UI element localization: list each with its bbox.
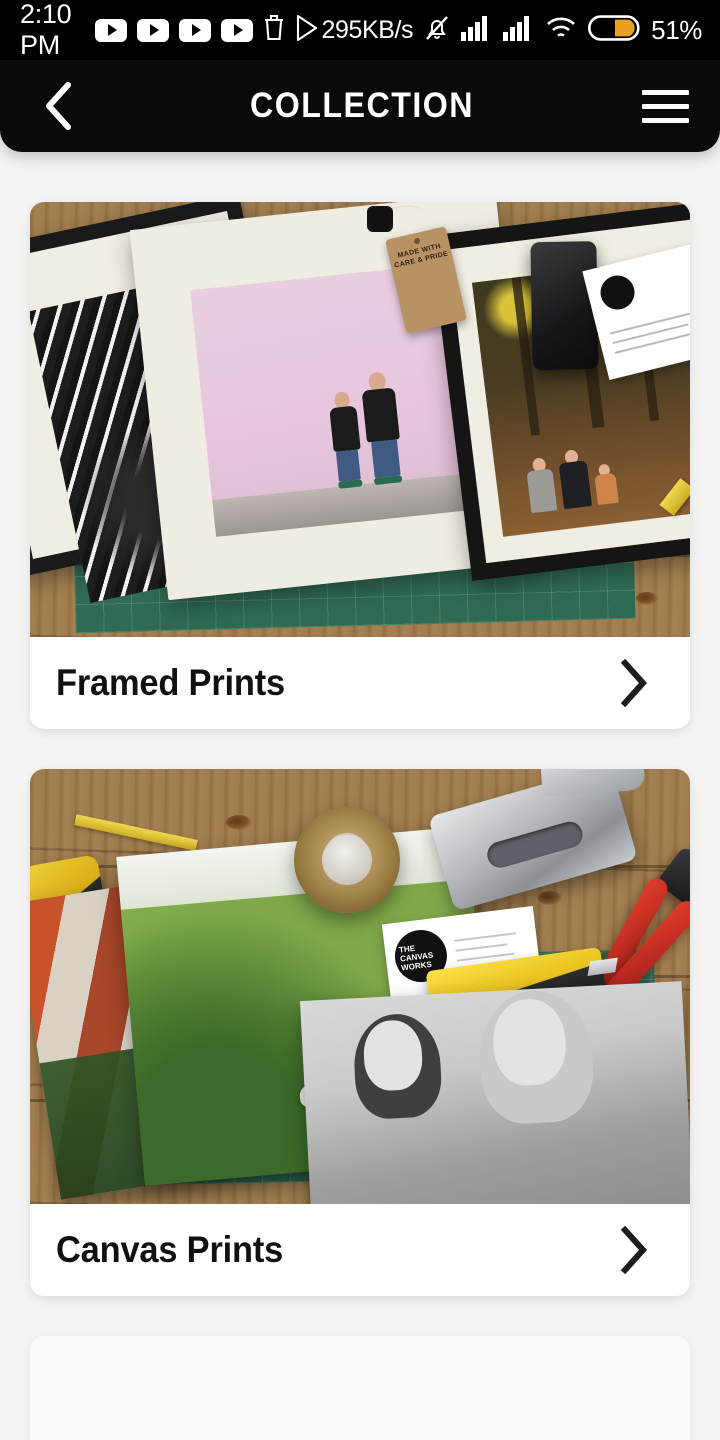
card-label-row[interactable]: Canvas Prints — [30, 1204, 690, 1296]
page-title: COLLECTION — [249, 86, 474, 125]
signal-bars-icon — [461, 15, 492, 46]
status-clock: 2:10 PM — [20, 0, 72, 60]
status-notification-icons — [95, 14, 321, 47]
battery-percent-label: 51% — [651, 14, 702, 45]
app-header: COLLECTION — [0, 60, 720, 152]
wifi-icon — [545, 15, 577, 46]
battery-icon — [588, 14, 640, 47]
canvas-prints-photo: THE CANVAS WORKS — [30, 769, 690, 1204]
framed-prints-photo: MADE WITH CARE & PRIDE — [30, 202, 690, 637]
list-item[interactable] — [30, 1336, 690, 1440]
chevron-right-icon[interactable] — [612, 657, 656, 709]
list-item[interactable]: MADE WITH CARE & PRIDE Framed Prints — [30, 202, 690, 729]
trash-icon — [263, 14, 285, 46]
item-label: Canvas Prints — [56, 1229, 284, 1270]
youtube-icon — [179, 18, 212, 42]
list-item[interactable]: THE CANVAS WORKS Canvas Prints — [30, 769, 690, 1296]
hamburger-menu-icon — [641, 117, 689, 123]
back-button[interactable] — [30, 77, 88, 135]
youtube-icon — [137, 18, 170, 42]
hamburger-menu-button[interactable] — [636, 77, 694, 135]
signal-bars-icon — [503, 15, 534, 46]
brand-card-text: THE CANVAS WORKS — [398, 943, 434, 973]
play-store-icon — [295, 14, 321, 47]
network-speed-label: 295KB/s — [321, 15, 414, 44]
status-bar: 2:10 PM 295KB/s 51% — [0, 0, 720, 60]
item-label: Framed Prints — [56, 662, 285, 703]
card-label-row[interactable]: Framed Prints — [30, 637, 690, 729]
youtube-icon — [95, 18, 128, 42]
hamburger-menu-icon — [641, 103, 689, 109]
collection-list[interactable]: MADE WITH CARE & PRIDE Framed Prints THE… — [0, 152, 720, 1440]
status-system-icons: 295KB/s 51% — [321, 14, 702, 47]
chevron-left-icon — [46, 82, 71, 130]
chevron-right-icon[interactable] — [612, 1224, 656, 1276]
hamburger-menu-icon — [641, 89, 689, 95]
bell-muted-icon — [424, 14, 450, 47]
youtube-icon — [221, 18, 254, 42]
